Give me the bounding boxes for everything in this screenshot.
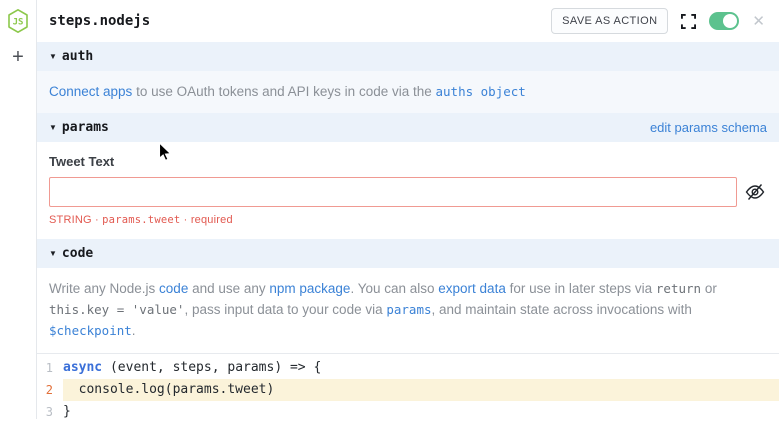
- text-part: , pass input data to your code via: [184, 302, 386, 317]
- code-line-text: async (event, steps, params) => {: [63, 357, 779, 379]
- text-part: this.key = 'value': [49, 302, 184, 317]
- text-part: and use any: [188, 281, 269, 296]
- line-number: 3: [37, 401, 53, 423]
- text-part: return: [656, 281, 701, 296]
- code-line-text: }: [63, 401, 779, 423]
- text-part: .: [132, 323, 136, 338]
- add-step-button[interactable]: +: [12, 47, 24, 67]
- step-enabled-toggle[interactable]: [709, 12, 739, 30]
- main-panel: steps.nodejs SAVE AS ACTION ✕ ▼ auth Con…: [37, 0, 779, 419]
- section-header-code[interactable]: ▼ code: [37, 239, 779, 268]
- collapse-caret-icon: ▼: [49, 52, 57, 61]
- code-line[interactable]: 3}: [37, 401, 779, 423]
- section-header-params[interactable]: ▼ params edit params schema: [37, 113, 779, 142]
- code-token: async: [63, 360, 102, 375]
- step-header: steps.nodejs SAVE AS ACTION ✕: [37, 0, 779, 42]
- code-line-text: console.log(params.tweet): [63, 379, 779, 401]
- text-part: STRING: [49, 214, 92, 226]
- text-part: Write any Node.js: [49, 281, 159, 296]
- code-line[interactable]: 2 console.log(params.tweet): [37, 379, 779, 401]
- tweet-text-input[interactable]: [49, 177, 737, 207]
- inline-link[interactable]: export data: [438, 281, 506, 296]
- code-token: console.log(params.tweet): [63, 382, 274, 397]
- text-part: for use in later steps via: [506, 281, 656, 296]
- fullscreen-icon[interactable]: [681, 14, 696, 29]
- field-label-tweet-text: Tweet Text: [49, 154, 765, 169]
- inline-link[interactable]: $checkpoint: [49, 323, 132, 338]
- step-title: steps.nodejs: [49, 13, 150, 29]
- edit-params-schema-link[interactable]: edit params schema: [650, 120, 767, 135]
- line-number: 2: [37, 379, 53, 401]
- field-meta: STRING · params.tweet · required: [49, 214, 765, 226]
- nodejs-logo-icon: JS: [6, 8, 30, 34]
- section-label-code: code: [62, 246, 93, 261]
- text-part: ·: [92, 214, 102, 226]
- text-part: ·: [180, 214, 190, 226]
- collapse-caret-icon: ▼: [49, 249, 57, 258]
- code-token: }: [63, 404, 71, 419]
- text-part: required: [191, 214, 233, 226]
- header-actions: SAVE AS ACTION ✕: [551, 8, 765, 34]
- inline-link[interactable]: params: [386, 302, 431, 317]
- step-editor-panel: JS + steps.nodejs SAVE AS ACTION ✕ ▼: [0, 0, 779, 419]
- line-number: 1: [37, 357, 53, 379]
- auth-description: Connect apps to use OAuth tokens and API…: [37, 71, 779, 113]
- code-editor[interactable]: 1async (event, steps, params) => {2 cons…: [37, 353, 779, 423]
- inline-link[interactable]: Connect apps: [49, 84, 132, 99]
- tweet-text-input-row: [49, 177, 765, 207]
- svg-text:JS: JS: [13, 18, 24, 28]
- collapse-caret-icon: ▼: [49, 123, 57, 132]
- text-part: to use OAuth tokens and API keys in code…: [132, 84, 435, 99]
- section-label-auth: auth: [62, 49, 93, 64]
- text-part: , and maintain state across invocations …: [432, 302, 692, 317]
- params-body: Tweet Text STRING · params.tweet · requi…: [37, 142, 779, 239]
- text-part: . You can also: [350, 281, 438, 296]
- code-token: (event, steps, params) => {: [102, 360, 321, 375]
- section-label-params: params: [62, 120, 109, 135]
- save-as-action-button[interactable]: SAVE AS ACTION: [551, 8, 668, 34]
- text-part: or: [701, 281, 717, 296]
- toggle-knob: [723, 14, 737, 28]
- inline-link[interactable]: code: [159, 281, 188, 296]
- inline-link[interactable]: auths object: [436, 84, 526, 99]
- close-icon[interactable]: ✕: [752, 14, 765, 29]
- code-line[interactable]: 1 async (event, steps, params) => {: [37, 357, 779, 379]
- section-header-auth[interactable]: ▼ auth: [37, 42, 779, 71]
- eye-slash-icon[interactable]: [745, 182, 765, 202]
- code-description: Write any Node.js code and use any npm p…: [37, 268, 779, 353]
- text-part: params.tweet: [102, 214, 180, 226]
- inline-link[interactable]: npm package: [269, 281, 350, 296]
- left-rail: JS +: [0, 0, 37, 419]
